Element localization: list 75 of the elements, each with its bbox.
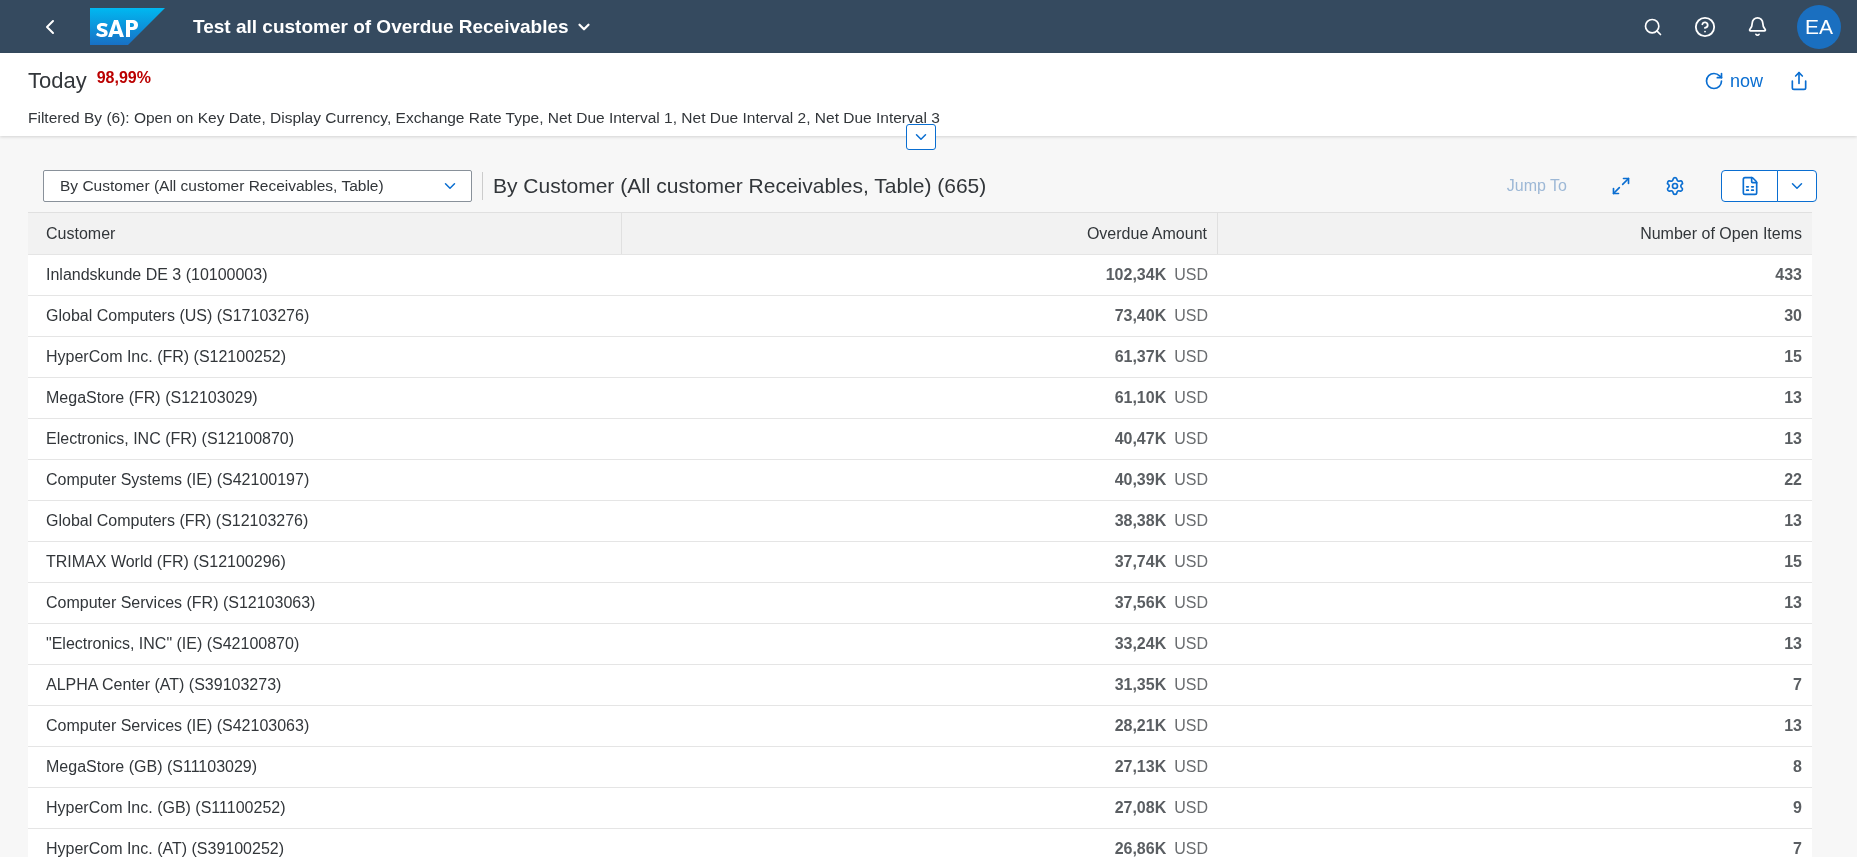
customer-cell-text: HyperCom Inc. (GB) (S11100252)	[45, 798, 287, 818]
customer-cell-text: ALPHA Center (AT) (S39103273)	[45, 675, 283, 695]
amount-value: 33,24K	[1114, 635, 1167, 653]
currency-label: USD	[1174, 799, 1208, 817]
currency-label: USD	[1174, 307, 1208, 325]
column-header[interactable]: Customer	[28, 212, 622, 254]
refresh-button[interactable]: now	[1697, 69, 1769, 93]
customer-cell-text: MegaStore (GB) (S11103029)	[45, 757, 259, 777]
open-items-count: 7	[1793, 676, 1802, 694]
date-label: Today	[28, 68, 87, 94]
filter-summary: Filtered By (6): Open on Key Date, Display Currency, Exchange Rate Type, Net Due Interval 1, Net Due Interval 2, Net Due Interval 3	[28, 109, 941, 127]
collapse-header-button[interactable]	[906, 124, 936, 150]
amount-value: 31,35K	[1114, 676, 1167, 694]
open-items-count: 7	[1793, 840, 1802, 857]
amount-value: 37,74K	[1114, 553, 1167, 571]
customer-cell-text: HyperCom Inc. (FR) (S12100252)	[45, 347, 288, 367]
user-avatar[interactable]: EA	[1797, 4, 1841, 49]
amount-value: 73,40K	[1114, 307, 1167, 325]
currency-label: USD	[1174, 676, 1208, 694]
customer-cell-text: MegaStore (FR) (S12103029)	[45, 388, 259, 408]
currency-label: USD	[1174, 758, 1208, 776]
currency-label: USD	[1174, 471, 1208, 489]
amount-value: 40,47K	[1114, 430, 1167, 448]
currency-label: USD	[1174, 635, 1208, 653]
export-menu-button[interactable]	[1777, 170, 1817, 202]
customer-cell-text: Computer Services (IE) (S42103063)	[45, 716, 311, 736]
open-items-count: 15	[1784, 348, 1802, 366]
export-button[interactable]	[1721, 170, 1778, 202]
currency-label: USD	[1174, 389, 1208, 407]
amount-value: 26,86K	[1114, 840, 1167, 857]
currency-label: USD	[1174, 430, 1208, 448]
open-items-count: 13	[1784, 430, 1802, 448]
amount-value: 38,38K	[1114, 512, 1167, 530]
currency-label: USD	[1174, 717, 1208, 735]
open-items-count: 13	[1784, 594, 1802, 612]
amount-value: 28,21K	[1114, 717, 1167, 735]
amount-value: 27,08K	[1114, 799, 1167, 817]
open-items-count: 8	[1793, 758, 1802, 776]
open-items-count: 13	[1784, 717, 1802, 735]
customer-cell-text: Computer Systems (IE) (S42100197)	[45, 470, 311, 490]
amount-value: 27,13K	[1114, 758, 1167, 776]
open-items-count: 22	[1784, 471, 1802, 489]
customer-cell-text: Electronics, INC (FR) (S12100870)	[45, 429, 296, 449]
currency-label: USD	[1174, 512, 1208, 530]
open-items-count: 433	[1775, 266, 1802, 284]
currency-label: USD	[1174, 840, 1208, 857]
view-select[interactable]: By Customer (All customer Receivables, Table)	[43, 170, 472, 202]
column-header[interactable]: Number of Open Items	[1218, 212, 1812, 254]
customer-cell-text: TRIMAX World (FR) (S12100296)	[45, 552, 287, 572]
open-items-count: 15	[1784, 553, 1802, 571]
currency-label: USD	[1174, 266, 1208, 284]
amount-value: 37,56K	[1114, 594, 1167, 612]
currency-label: USD	[1174, 553, 1208, 571]
amount-value: 102,34K	[1105, 266, 1167, 284]
kpi-value: 98,99%	[96, 69, 151, 87]
open-items-count: 9	[1793, 799, 1802, 817]
open-items-count: 13	[1784, 635, 1802, 653]
app-title-menu[interactable]: Test all customer of Overdue Receivables	[193, 15, 593, 38]
customer-cell-text: Global Computers (FR) (S12103276)	[45, 511, 310, 531]
amount-value: 61,37K	[1114, 348, 1167, 366]
open-items-count: 13	[1784, 389, 1802, 407]
currency-label: USD	[1174, 594, 1208, 612]
customer-cell-text: "Electronics, INC" (IE) (S42100870)	[45, 634, 301, 654]
amount-value: 40,39K	[1114, 471, 1167, 489]
customer-cell-text: Global Computers (US) (S17103276)	[45, 306, 311, 326]
amount-value: 61,10K	[1114, 389, 1167, 407]
table-title: By Customer (All customer Receivables, Table) (665)	[493, 174, 987, 198]
column-header[interactable]: Overdue Amount	[622, 212, 1218, 254]
customer-cell-text: HyperCom Inc. (AT) (S39100252)	[45, 839, 285, 857]
currency-label: USD	[1174, 348, 1208, 366]
open-items-count: 13	[1784, 512, 1802, 530]
open-items-count: 30	[1784, 307, 1802, 325]
refresh-icon	[1703, 71, 1724, 91]
customer-cell-text: Computer Services (FR) (S12103063)	[45, 593, 317, 613]
customer-cell-text: Inlandskunde DE 3 (10100003)	[45, 265, 269, 285]
